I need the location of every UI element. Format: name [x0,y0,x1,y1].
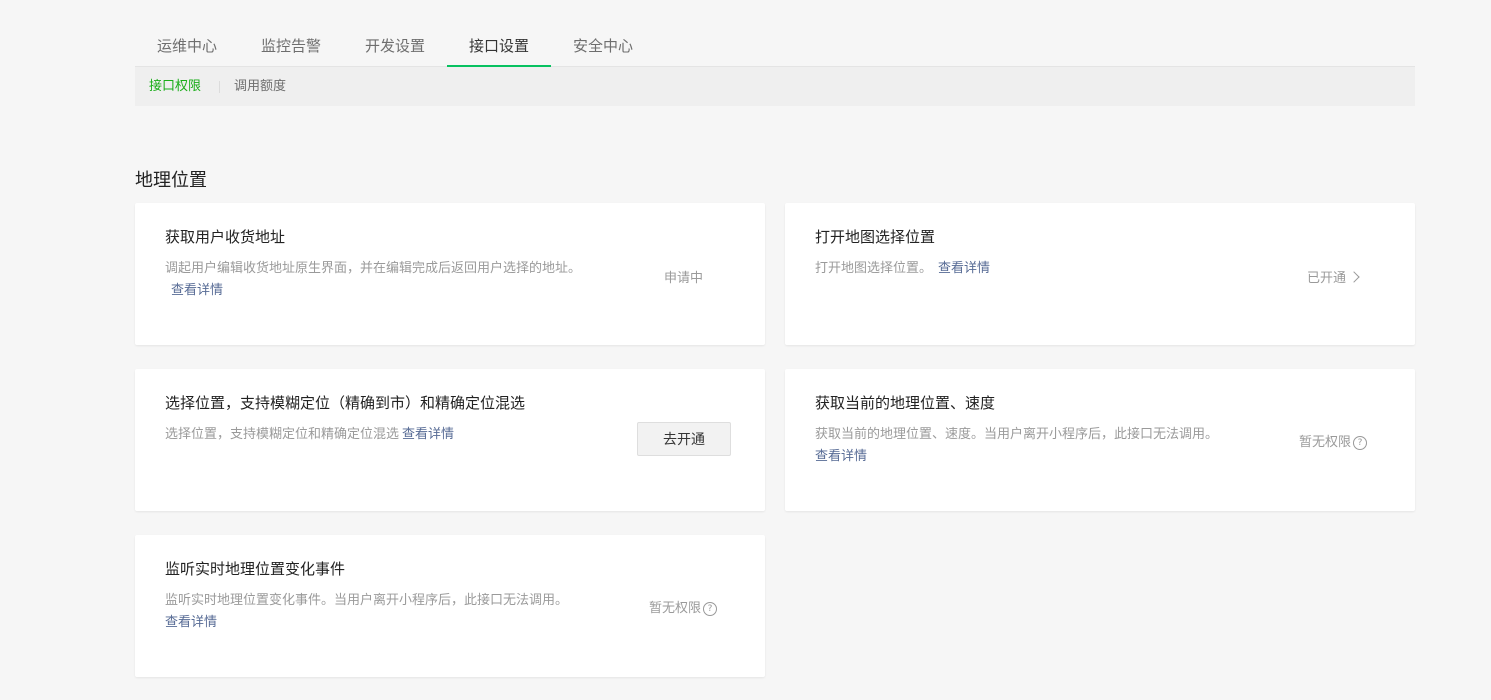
view-details-link[interactable]: 查看详情 [402,427,454,442]
card-desc-text: 选择位置，支持模糊定位和精确定位混选 [165,427,400,442]
status-no-permission-label: 暂无权限 [1299,435,1352,450]
subtab-divider [219,81,220,93]
tab-dev-settings[interactable]: 开发设置 [343,26,447,66]
api-card-get-location: 获取当前的地理位置、速度 获取当前的地理位置、速度。当用户离开小程序后，此接口无… [785,369,1415,511]
tab-monitoring-alerts[interactable]: 监控告警 [239,26,343,66]
card-title: 获取用户收货地址 [165,228,286,246]
card-title: 监听实时地理位置变化事件 [165,560,346,578]
card-description: 选择位置，支持模糊定位和精确定位混选 查看详情 [165,424,595,446]
tab-ops-center[interactable]: 运维中心 [135,26,239,66]
card-desc-text: 打开地图选择位置。 [815,261,933,276]
question-circle-icon[interactable]: ? [1353,436,1368,450]
question-circle-icon[interactable]: ? [703,602,718,616]
card-desc-text: 获取当前的地理位置、速度。当用户离开小程序后，此接口无法调用。 [815,427,1219,442]
card-title: 选择位置，支持模糊定位（精确到市）和精确定位混选 [165,394,526,412]
subtab-call-quota[interactable]: 调用额度 [234,67,286,106]
view-details-link[interactable]: 查看详情 [165,615,217,630]
status-enabled-label: 已开通 [1307,271,1347,286]
card-description: 监听实时地理位置变化事件。当用户离开小程序后，此接口无法调用。 查看详情 [165,590,605,634]
enable-button[interactable]: 去开通 [637,422,731,456]
card-desc-text: 监听实时地理位置变化事件。当用户离开小程序后，此接口无法调用。 [165,593,569,608]
subtab-api-permissions[interactable]: 接口权限 [149,67,201,106]
api-card-choose-location: 打开地图选择位置 打开地图选择位置。 查看详情 已开通 [785,203,1415,345]
view-details-link[interactable]: 查看详情 [938,261,990,276]
status-enabled[interactable]: 已开通 [1307,267,1360,286]
status-no-permission: 暂无权限? [1299,431,1368,450]
card-description: 获取当前的地理位置、速度。当用户离开小程序后，此接口无法调用。 查看详情 [815,424,1255,468]
tab-api-settings[interactable]: 接口设置 [447,26,551,67]
section-title: 地理位置 [135,170,207,191]
chevron-right-icon [1348,271,1360,283]
card-title: 获取当前的地理位置、速度 [815,394,996,412]
tab-security-center[interactable]: 安全中心 [551,26,655,66]
status-no-permission: 暂无权限? [649,597,718,616]
card-description: 打开地图选择位置。 查看详情 [815,258,1245,280]
view-details-link[interactable]: 查看详情 [171,283,223,298]
card-desc-text: 调起用户编辑收货地址原生界面，并在编辑完成后返回用户选择的地址。 [165,261,582,276]
card-title: 打开地图选择位置 [815,228,936,246]
api-card-get-address: 获取用户收货地址 调起用户编辑收货地址原生界面，并在编辑完成后返回用户选择的地址… [135,203,765,345]
sub-tab-bar: 接口权限 调用额度 [135,67,1415,106]
status-no-permission-label: 暂无权限 [649,601,702,616]
api-card-fuzzy-location: 选择位置，支持模糊定位（精确到市）和精确定位混选 选择位置，支持模糊定位和精确定… [135,369,765,511]
top-tab-bar: 运维中心 监控告警 开发设置 接口设置 安全中心 [135,26,1415,67]
api-card-location-change: 监听实时地理位置变化事件 监听实时地理位置变化事件。当用户离开小程序后，此接口无… [135,535,765,677]
status-applying: 申请中 [664,271,704,286]
card-description: 调起用户编辑收货地址原生界面，并在编辑完成后返回用户选择的地址。查看详情 [165,258,595,302]
view-details-link[interactable]: 查看详情 [815,449,867,464]
